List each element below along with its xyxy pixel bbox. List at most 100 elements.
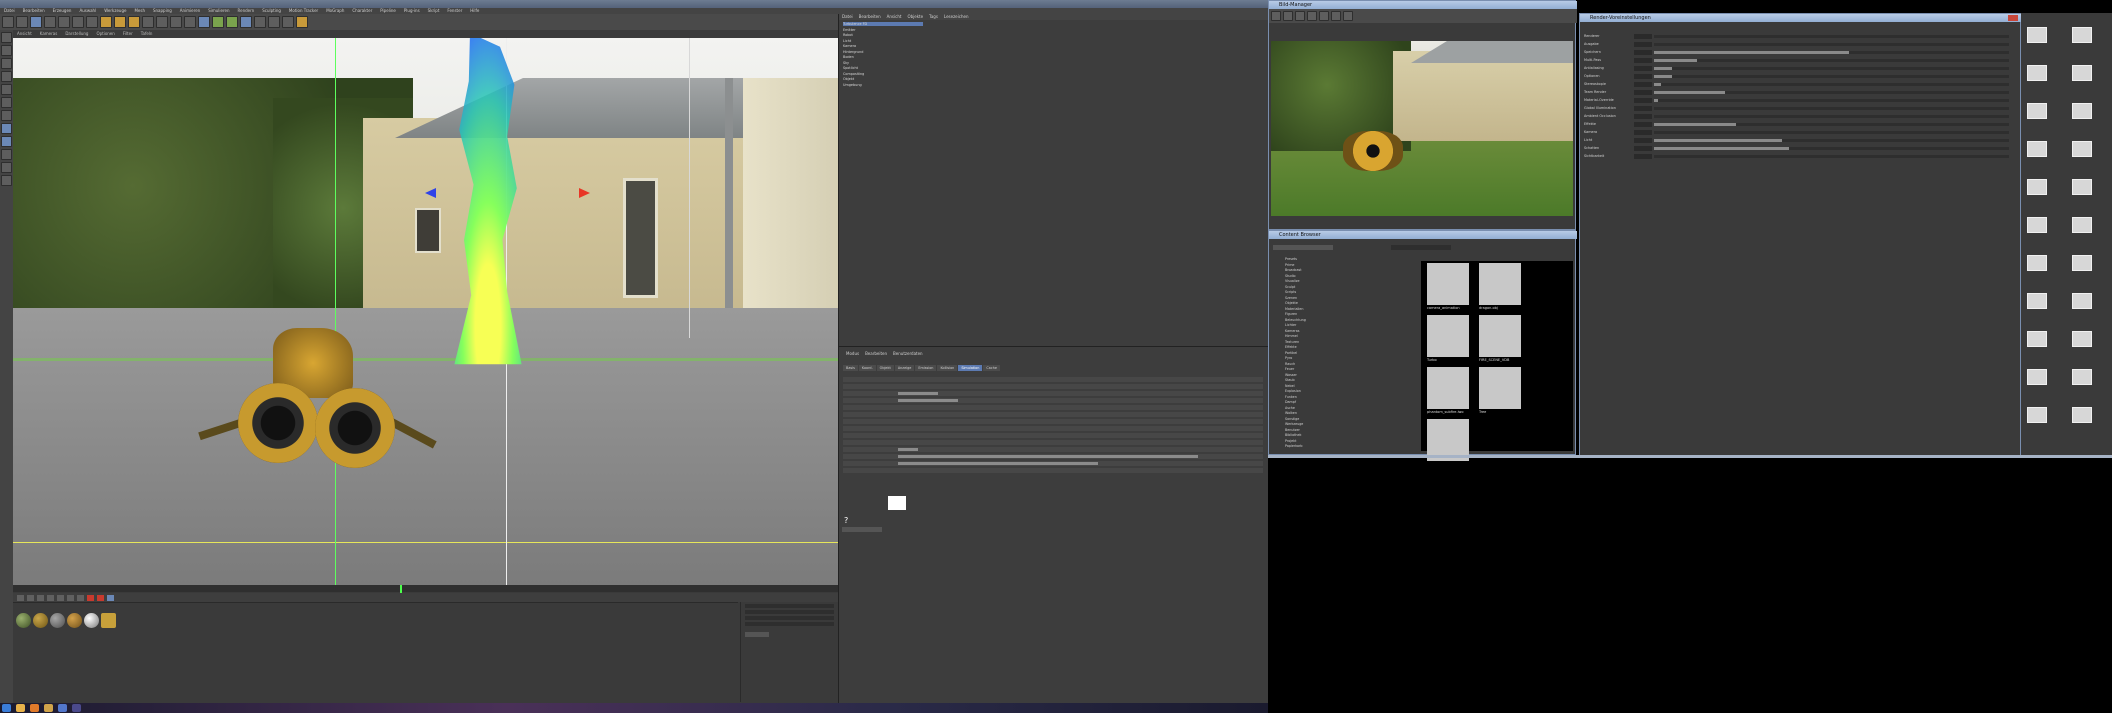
x-axis-handle-icon[interactable] <box>579 188 590 198</box>
tree-item[interactable]: Prime <box>1285 263 1355 267</box>
make-editable-icon[interactable] <box>1 32 12 43</box>
coord-apply-button[interactable] <box>745 632 769 637</box>
render-setting-row[interactable]: Ausgabe <box>1584 42 2014 47</box>
go-to-start-icon[interactable] <box>17 594 24 601</box>
object-manager-menu-item-1[interactable]: Bearbeiten <box>856 14 884 20</box>
render-setting-row[interactable]: Antialiasing <box>1584 66 2014 71</box>
render-setting-slider[interactable] <box>1654 155 2009 158</box>
material-swatch[interactable] <box>16 613 31 628</box>
tree-item[interactable]: Objekte <box>1285 301 1355 305</box>
pv-save-icon[interactable] <box>1295 11 1305 21</box>
render-setting-row[interactable]: Multi-Pass <box>1584 58 2014 63</box>
content-thumbnail[interactable] <box>1427 315 1469 357</box>
deformer-icon[interactable] <box>254 16 266 28</box>
viewport-menu-item-2[interactable]: Darstellung <box>61 30 92 38</box>
content-thumbnail[interactable] <box>1479 263 1521 305</box>
render-setting-field[interactable] <box>1634 58 1652 63</box>
attr-slider[interactable] <box>898 448 918 451</box>
render-setting-row[interactable]: Speichern <box>1584 50 2014 55</box>
tree-item[interactable]: Projekt <box>1285 439 1355 443</box>
tree-item[interactable]: Benutzer <box>1285 428 1355 432</box>
object-manager-menu-item-3[interactable]: Objekte <box>904 14 926 20</box>
locked-workplane-icon[interactable] <box>1 162 12 173</box>
folder-icon[interactable] <box>2027 407 2047 423</box>
tree-item[interactable]: Himmel <box>1285 334 1355 338</box>
attr-row[interactable] <box>843 461 1263 466</box>
folder-icon[interactable] <box>2072 179 2092 195</box>
attr-slider[interactable] <box>898 462 1098 465</box>
render-setting-field[interactable] <box>1634 98 1652 103</box>
tree-item[interactable]: Studio <box>1285 274 1355 278</box>
pv-stop-icon[interactable] <box>1283 11 1293 21</box>
render-setting-slider[interactable] <box>1654 99 2009 102</box>
tree-item[interactable]: Broadcast <box>1285 268 1355 272</box>
folder-icon[interactable] <box>2027 179 2047 195</box>
close-icon[interactable] <box>2008 15 2018 21</box>
timeline-ruler[interactable] <box>13 585 838 592</box>
render-settings-title-bar[interactable]: Render-Voreinstellungen <box>1580 14 2022 22</box>
object-row[interactable]: Boden <box>843 55 923 59</box>
render-setting-slider[interactable] <box>1654 75 2009 78</box>
tree-item[interactable]: Sonstige <box>1285 417 1355 421</box>
object-row[interactable]: Turbulence FD <box>843 22 923 26</box>
folder-icon[interactable] <box>2027 331 2047 347</box>
next-frame-icon[interactable] <box>57 594 64 601</box>
render-setting-slider[interactable] <box>1654 51 2009 54</box>
content-thumbnail[interactable] <box>1479 367 1521 409</box>
attr-row[interactable] <box>843 419 1263 424</box>
folder-icon[interactable] <box>2027 65 2047 81</box>
rendered-image[interactable] <box>1271 41 1573 216</box>
viewport-menu-item-4[interactable]: Filter <box>119 30 137 38</box>
attr-slider[interactable] <box>898 399 958 402</box>
tree-item[interactable]: Lichter <box>1285 323 1355 327</box>
render-setting-row[interactable]: Optionen <box>1584 74 2014 79</box>
folder-icon[interactable] <box>2027 369 2047 385</box>
material-swatch[interactable] <box>67 613 82 628</box>
object-row[interactable]: Sky <box>843 61 923 65</box>
object-manager-menu-item-4[interactable]: Tags <box>926 14 941 20</box>
material-swatch[interactable] <box>50 613 65 628</box>
edges-mode-icon[interactable] <box>1 97 12 108</box>
render-setting-row[interactable]: Stereoskopie <box>1584 82 2014 87</box>
render-setting-field[interactable] <box>1634 138 1652 143</box>
subdivision-icon[interactable] <box>226 16 238 28</box>
tree-item[interactable]: Dampf <box>1285 400 1355 404</box>
material-swatch[interactable] <box>33 613 48 628</box>
content-browser-title-bar[interactable]: Content Browser <box>1269 231 1577 239</box>
material-swatch[interactable] <box>84 613 99 628</box>
tree-item[interactable]: Papierkorb <box>1285 444 1355 448</box>
attr-row[interactable] <box>843 468 1263 473</box>
previous-key-icon[interactable] <box>27 594 34 601</box>
rotate-icon[interactable] <box>72 16 84 28</box>
autokey-icon[interactable] <box>97 594 104 601</box>
attr-tab-3[interactable]: Anzeige <box>894 365 915 371</box>
render-setting-field[interactable] <box>1634 146 1652 151</box>
render-setting-field[interactable] <box>1634 130 1652 135</box>
render-settings-icon[interactable] <box>184 16 196 28</box>
render-setting-field[interactable] <box>1634 90 1652 95</box>
tree-item[interactable]: Rauch <box>1285 362 1355 366</box>
tree-item[interactable]: Explosion <box>1285 389 1355 393</box>
next-key-icon[interactable] <box>67 594 74 601</box>
record-icon[interactable] <box>87 594 94 601</box>
content-browser-search-input[interactable] <box>1391 245 1451 250</box>
attr-menu-item-1[interactable]: Bearbeiten <box>862 351 890 357</box>
play-icon[interactable] <box>47 594 54 601</box>
spline-icon[interactable] <box>212 16 224 28</box>
viewport-menu-item-1[interactable]: Kameras <box>36 30 62 38</box>
texture-mode-icon[interactable] <box>1 58 12 69</box>
last-tool-icon[interactable] <box>86 16 98 28</box>
render-setting-row[interactable]: Global Illumination <box>1584 106 2014 111</box>
folder-icon[interactable] <box>2027 103 2047 119</box>
render-setting-slider[interactable] <box>1654 83 2009 86</box>
folder-icon[interactable] <box>2072 255 2092 271</box>
content-thumbnail[interactable] <box>1427 367 1469 409</box>
previous-frame-icon[interactable] <box>37 594 44 601</box>
folder-icon[interactable] <box>2027 217 2047 233</box>
tree-item[interactable]: Funken <box>1285 395 1355 399</box>
attr-row[interactable] <box>843 440 1263 445</box>
pv-compare-icon[interactable] <box>1331 11 1341 21</box>
folder-icon[interactable] <box>2072 293 2092 309</box>
attr-row[interactable] <box>843 412 1263 417</box>
object-row[interactable]: Compositing <box>843 72 923 76</box>
